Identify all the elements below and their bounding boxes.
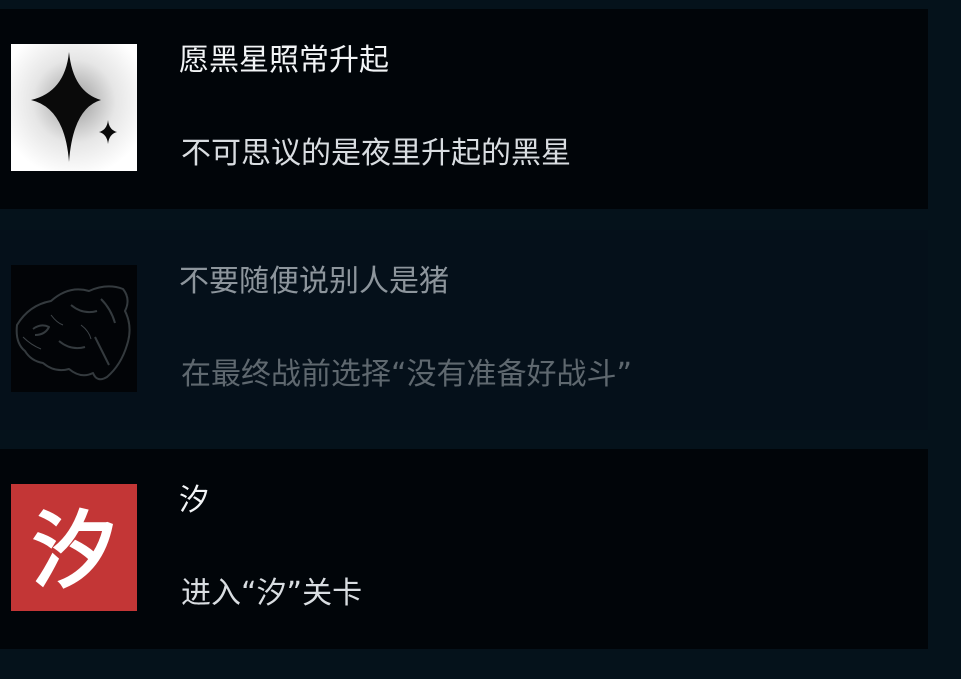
pig-icon [11,265,137,392]
achievement-list: 愿黑星照常升起 不可思议的是夜里升起的黑星 不要随便说别人是猪 在最终战前选择“… [0,0,961,679]
xi-glyph: 汐 [32,502,116,600]
achievement-card-black-star[interactable]: 愿黑星照常升起 不可思议的是夜里升起的黑星 [0,9,928,209]
achievement-description: 进入“汐”关卡 [181,576,363,611]
achievement-title: 汐 [179,483,209,518]
black-star-icon [11,44,137,171]
achievement-description: 在最终战前选择“没有准备好战斗” [181,357,633,392]
achievement-card-pig[interactable]: 不要随便说别人是猪 在最终战前选择“没有准备好战斗” [0,230,928,430]
achievement-card-xi[interactable]: 汐 汐 进入“汐”关卡 [0,449,928,649]
achievement-title: 不要随便说别人是猪 [179,264,449,299]
achievement-description: 不可思议的是夜里升起的黑星 [181,136,571,171]
achievement-title: 愿黑星照常升起 [179,43,389,78]
xi-calligraphy-icon: 汐 [11,484,137,611]
